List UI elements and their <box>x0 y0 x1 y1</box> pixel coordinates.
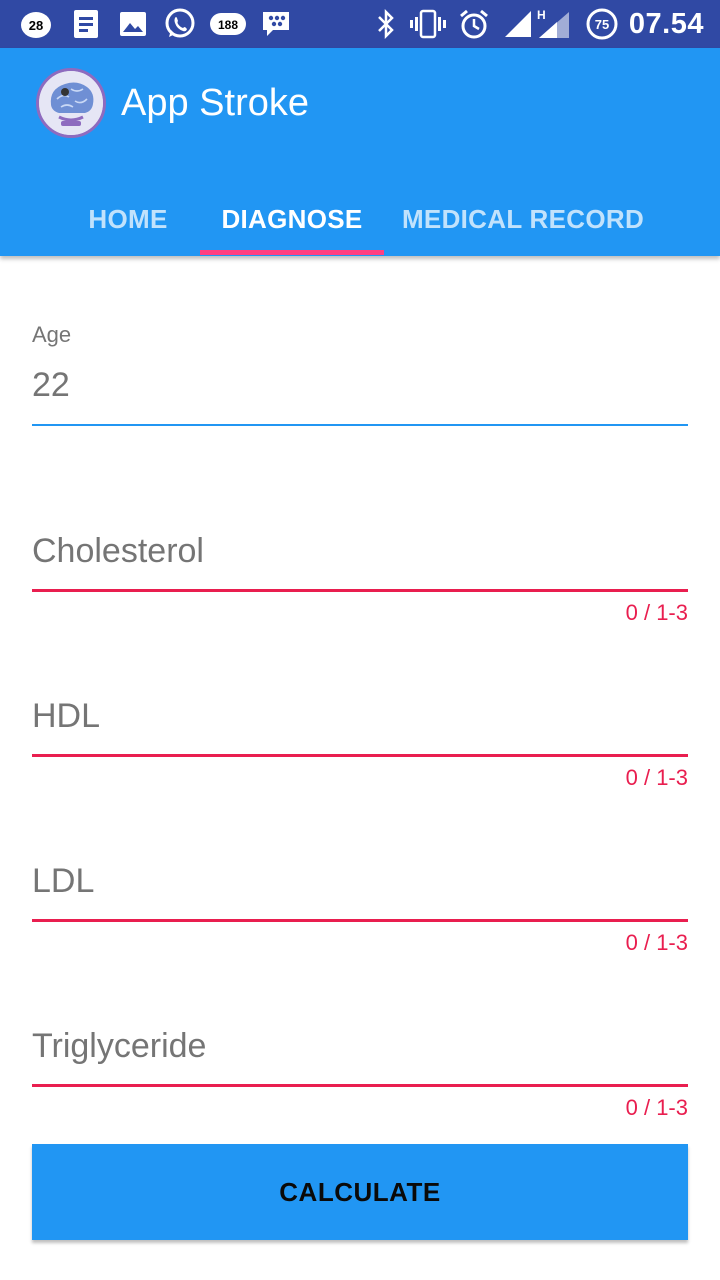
cholesterol-input[interactable]: Cholesterol <box>32 532 204 571</box>
bbm-icon <box>260 8 292 40</box>
brain-logo-icon <box>36 68 106 138</box>
app-title: App Stroke <box>121 82 309 124</box>
clock-time: 07.54 <box>628 8 704 40</box>
image-icon <box>117 8 149 40</box>
badge-188-text: 188 <box>218 18 238 32</box>
ldl-input[interactable]: LDL <box>32 862 94 901</box>
age-underline <box>32 424 688 426</box>
battery-icon: 75 <box>584 8 620 40</box>
alarm-icon <box>457 8 491 40</box>
ldl-counter: 0 / 1-3 <box>625 930 688 955</box>
signal-h-text: H <box>537 8 546 22</box>
cholesterol-counter: 0 / 1-3 <box>625 600 688 625</box>
triglyceride-underline <box>32 1084 688 1087</box>
document-icon <box>70 8 102 40</box>
whatsapp-icon <box>162 8 198 40</box>
bluetooth-icon <box>373 8 399 40</box>
tab-bar: HOME DIAGNOSE MEDICAL RECORD <box>0 183 720 256</box>
ldl-underline <box>32 919 688 922</box>
badge-188-icon: 188 <box>209 8 247 40</box>
tab-diagnose[interactable]: DIAGNOSE <box>200 183 384 256</box>
tab-home[interactable]: HOME <box>60 183 196 256</box>
badge-28-icon: 28 <box>18 8 54 40</box>
battery-text: 75 <box>595 17 609 32</box>
app-bar: App Stroke HOME DIAGNOSE MEDICAL RECORD <box>0 48 720 256</box>
vibrate-icon <box>408 8 448 40</box>
signal-h-icon: H <box>535 8 573 40</box>
triglyceride-counter: 0 / 1-3 <box>625 1095 688 1120</box>
age-input[interactable]: 22 <box>32 366 70 405</box>
age-label: Age <box>32 322 72 347</box>
signal-icon <box>502 8 534 40</box>
tab-medical-record[interactable]: MEDICAL RECORD <box>392 183 654 256</box>
cholesterol-underline <box>32 589 688 592</box>
badge-28-text: 28 <box>29 18 43 33</box>
status-bar: 28 188 H 75 07.54 <box>0 0 720 48</box>
hdl-counter: 0 / 1-3 <box>625 765 688 790</box>
tab-indicator <box>200 250 384 255</box>
calculate-button[interactable]: CALCULATE <box>32 1144 688 1240</box>
hdl-input[interactable]: HDL <box>32 697 100 736</box>
hdl-underline <box>32 754 688 757</box>
triglyceride-input[interactable]: Triglyceride <box>32 1027 206 1066</box>
